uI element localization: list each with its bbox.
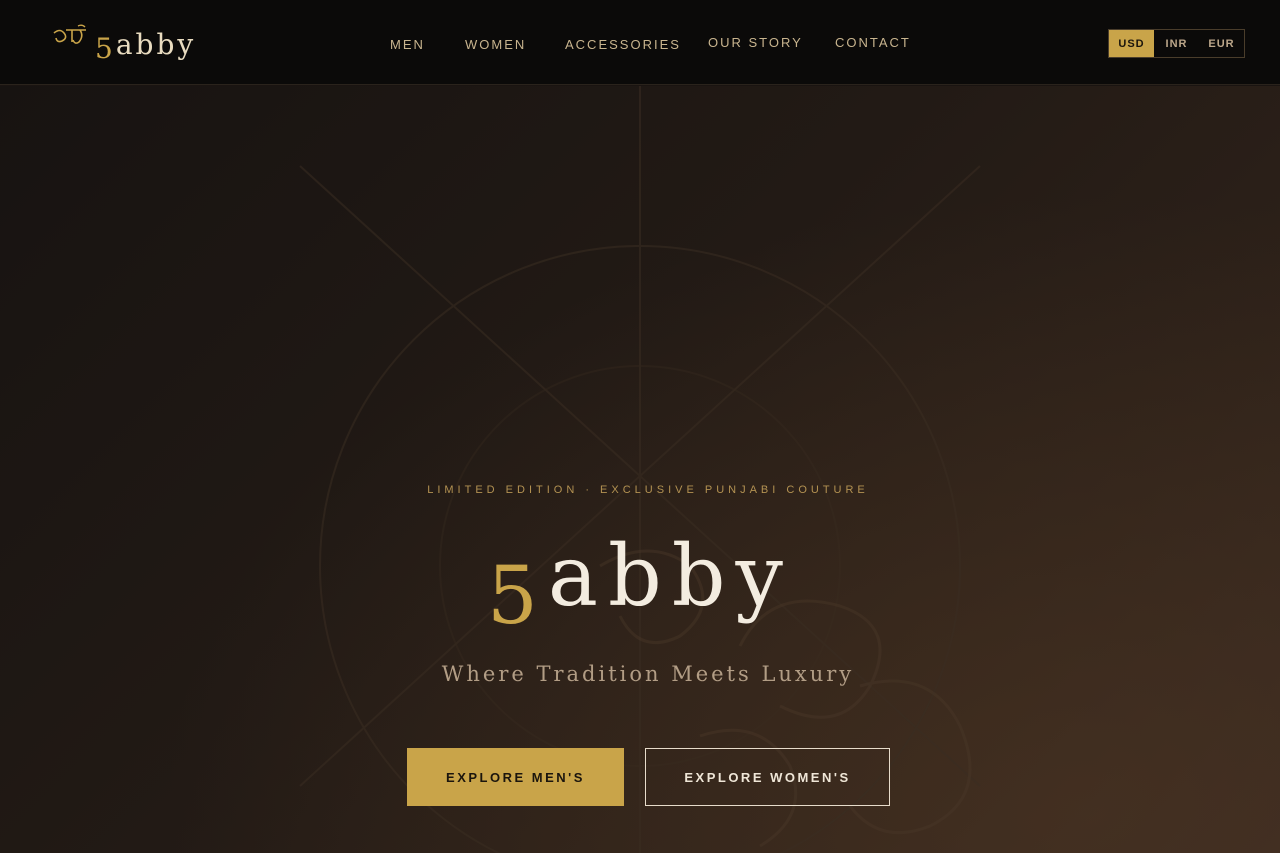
logo-wordmark: 5abby [95, 28, 197, 65]
nav-item-contact[interactable]: CONTACT [835, 35, 911, 50]
currency-option-inr[interactable]: INR [1154, 30, 1199, 57]
explore-mens-button[interactable]: EXPLORE MEN'S [407, 748, 624, 806]
hero-background-pattern [299, 86, 981, 853]
hero-brand-text: abby [547, 527, 793, 625]
currency-switcher: USD INR EUR [1108, 29, 1245, 58]
site-header: 5abby MEN WOMEN ACCESSORIES OUR STORY CO… [0, 0, 1280, 85]
hero-brand-numeral: 5 [487, 549, 548, 642]
hero-section: LIMITED EDITION · EXCLUSIVE PUNJABI COUT… [0, 86, 1280, 853]
logo-text: abby [115, 28, 197, 61]
currency-option-eur[interactable]: EUR [1199, 30, 1244, 57]
hero-brand-title: 5abby [0, 534, 1280, 636]
nav-item-men[interactable]: MEN [390, 37, 425, 52]
nav-item-our-story[interactable]: OUR STORY [708, 35, 803, 50]
currency-option-usd[interactable]: USD [1109, 30, 1154, 57]
logo-numeral: 5 [95, 32, 116, 65]
hero-tagline: LIMITED EDITION · EXCLUSIVE PUNJABI COUT… [427, 484, 869, 496]
nav-item-accessories[interactable]: ACCESSORIES [565, 37, 681, 52]
nav-item-women[interactable]: WOMEN [465, 37, 526, 52]
hero-subtitle: Where Tradition Meets Luxury [441, 662, 855, 686]
khanda-emblem-icon [53, 24, 86, 44]
explore-womens-button[interactable]: EXPLORE WOMEN'S [645, 748, 890, 806]
